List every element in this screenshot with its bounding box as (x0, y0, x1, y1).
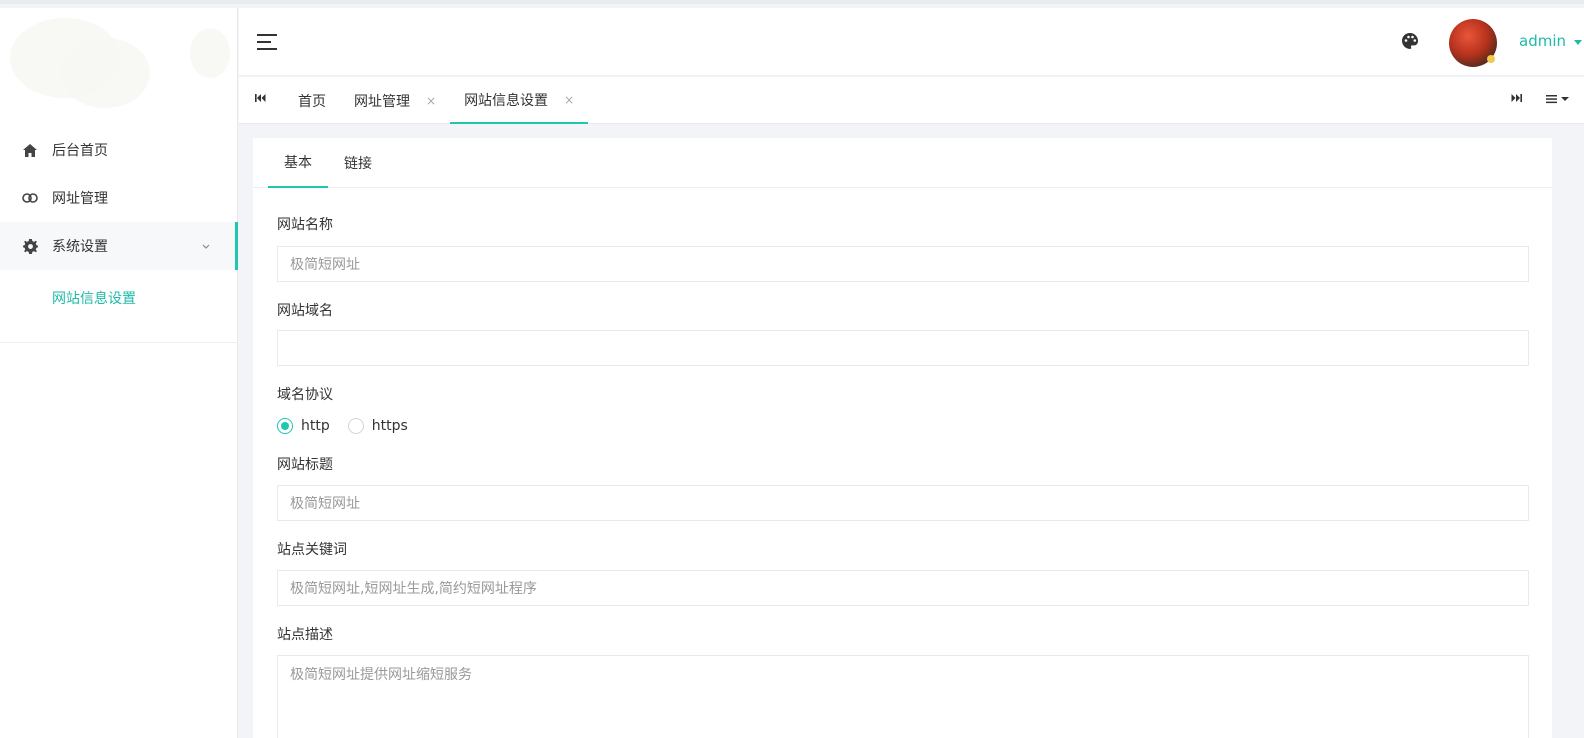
sidebar-divider (0, 342, 238, 343)
gear-icon (22, 238, 38, 254)
app-root: 后台首页 网址管理 系统设置 网站信息设置 admin 首页 网址管理 × 网站… (0, 0, 1584, 738)
site-domain-field[interactable] (277, 330, 1529, 366)
radio-label: https (371, 418, 408, 434)
protocol-label: 域名协议 (277, 387, 333, 403)
radio-checked-icon (277, 418, 293, 434)
link-icon (22, 190, 38, 206)
skip-forward-icon[interactable] (1511, 93, 1522, 106)
tab-options-icon[interactable] (1546, 93, 1570, 108)
avatar[interactable] (1449, 19, 1497, 67)
description-textarea[interactable]: 极简短网址提供网址缩短服务 (277, 655, 1529, 738)
sidebar: 后台首页 网址管理 系统设置 网站信息设置 (0, 8, 238, 738)
tab-home[interactable]: 首页 (284, 77, 340, 124)
sidebar-item-url-management[interactable]: 网址管理 (0, 174, 238, 222)
tab-links[interactable]: 链接 (328, 138, 388, 188)
sidebar-menu: 后台首页 网址管理 系统设置 网站信息设置 (0, 126, 238, 326)
page-tabs: 首页 网址管理 × 网站信息设置 × (284, 77, 589, 124)
user-name[interactable]: admin (1519, 32, 1566, 50)
tab-basic[interactable]: 基本 (268, 138, 328, 188)
top-header: admin (239, 8, 1584, 76)
keywords-label: 站点关键词 (277, 542, 347, 558)
home-icon (22, 142, 38, 158)
sidebar-item-dashboard[interactable]: 后台首页 (0, 126, 238, 174)
site-info-form: 网站名称 极简短网址 网站域名 域名协议 http https 网站标题 极简短… (253, 188, 1552, 738)
tab-site-info[interactable]: 网站信息设置 × (450, 77, 589, 124)
protocol-radio-group: http https (277, 415, 1528, 437)
page-tabbar: 首页 网址管理 × 网站信息设置 × (239, 77, 1584, 124)
settings-card: 基本 链接 网站名称 极简短网址 网站域名 域名协议 http https 网站… (253, 138, 1552, 738)
palette-icon[interactable] (1401, 32, 1419, 50)
site-name-label: 网站名称 (277, 217, 333, 233)
sidebar-item-label: 网址管理 (52, 191, 108, 207)
protocol-radio-http[interactable]: http (277, 418, 330, 434)
protocol-radio-https[interactable]: https (347, 418, 408, 434)
hamburger-menu-icon[interactable] (257, 34, 277, 50)
sidebar-subitem-site-info[interactable]: 网站信息设置 (0, 270, 238, 326)
skip-back-icon[interactable] (255, 93, 266, 106)
settings-tabs: 基本 链接 (253, 138, 1552, 188)
site-title-field[interactable]: 极简短网址 (277, 485, 1529, 521)
site-domain-label: 网站域名 (277, 303, 333, 319)
keywords-field[interactable]: 极简短网址,短网址生成,简约短网址程序 (277, 570, 1529, 606)
radio-unchecked-icon (347, 418, 364, 434)
sidebar-item-label: 后台首页 (52, 143, 108, 159)
logo-area (0, 8, 237, 118)
site-title-label: 网站标题 (277, 457, 333, 473)
close-icon[interactable]: × (426, 94, 436, 108)
chevron-down-icon (202, 241, 210, 252)
radio-label: http (301, 418, 330, 434)
tab-label: 网站信息设置 (464, 92, 549, 109)
tab-label: 首页 (298, 93, 326, 110)
tab-label: 网址管理 (354, 93, 410, 110)
caret-down-icon[interactable] (1574, 40, 1582, 45)
sidebar-item-system-settings[interactable]: 系统设置 (0, 222, 238, 270)
description-label: 站点描述 (277, 627, 333, 643)
tab-url-management[interactable]: 网址管理 × (340, 77, 450, 124)
site-name-field[interactable]: 极简短网址 (277, 246, 1529, 282)
sidebar-item-label: 系统设置 (52, 239, 108, 255)
close-icon[interactable]: × (564, 93, 574, 107)
